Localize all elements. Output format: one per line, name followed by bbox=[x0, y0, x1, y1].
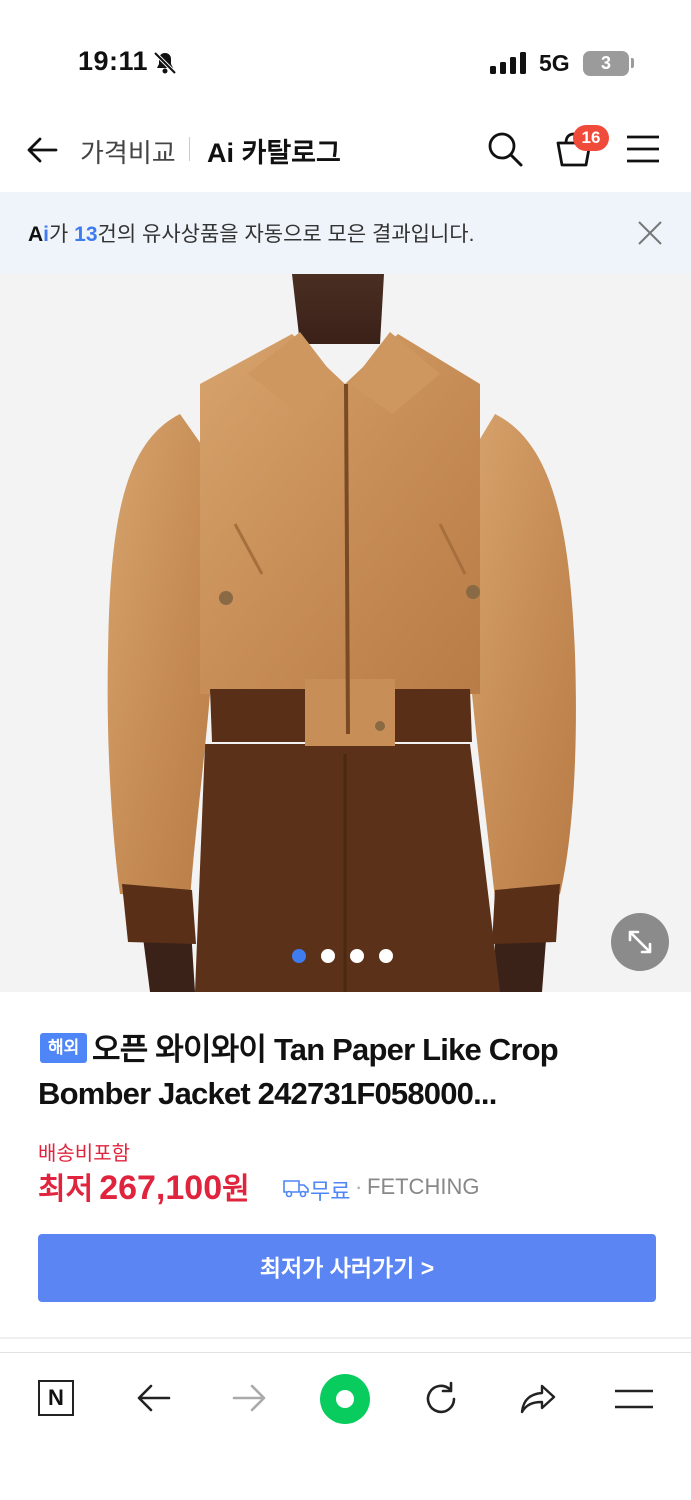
free-shipping-label: 무료 bbox=[310, 1179, 351, 1204]
ai-banner-text: Ai가 13건의 유사상품을 자동으로 모은 결과입니다. bbox=[28, 223, 475, 246]
reload-icon[interactable] bbox=[422, 1380, 460, 1418]
price-value: 267,100 bbox=[99, 1169, 223, 1207]
naver-tabs-button[interactable]: N bbox=[38, 1380, 74, 1416]
buy-lowest-price-button[interactable]: 최저가 사러가기 > bbox=[38, 1234, 656, 1302]
cart-count-badge: 16 bbox=[573, 125, 609, 151]
price-line: 최저 267,100원 bbox=[38, 1164, 250, 1208]
shop-name: FETCHING bbox=[367, 1174, 480, 1199]
truck-icon bbox=[283, 1177, 309, 1199]
close-icon[interactable] bbox=[636, 219, 664, 247]
battery-tip bbox=[631, 58, 634, 68]
shipping-included-label: 배송비포함 bbox=[38, 1143, 130, 1165]
bell-muted-icon bbox=[152, 50, 178, 81]
currency-label: 원 bbox=[222, 1173, 250, 1206]
gallery-dot[interactable] bbox=[292, 949, 306, 963]
similar-count: 13 bbox=[74, 223, 98, 246]
gallery-dot[interactable] bbox=[321, 949, 335, 963]
naver-home-dot bbox=[336, 1390, 354, 1408]
overseas-tag: 해외 bbox=[40, 1033, 88, 1063]
page-title: Ai 카탈로그 bbox=[207, 138, 341, 168]
expand-image-icon[interactable] bbox=[611, 913, 669, 971]
toolbar-divider bbox=[0, 1352, 691, 1353]
section-divider bbox=[0, 1337, 691, 1339]
cellular-signal-icon bbox=[490, 52, 528, 79]
ai-logo: Ai bbox=[28, 223, 50, 246]
header-separator bbox=[189, 137, 190, 161]
browser-menu-icon[interactable] bbox=[614, 1386, 654, 1412]
status-time: 19:11 bbox=[78, 46, 149, 76]
browser-forward-icon[interactable] bbox=[230, 1380, 268, 1416]
back-arrow-icon[interactable] bbox=[24, 132, 60, 168]
product-title[interactable]: 오픈 와이와이 Tan Paper Like Crop Bomber Jacke… bbox=[38, 1028, 638, 1116]
search-icon[interactable] bbox=[486, 130, 524, 168]
gallery-pagination[interactable] bbox=[292, 949, 408, 965]
share-icon[interactable] bbox=[518, 1380, 558, 1418]
hamburger-menu-icon[interactable] bbox=[626, 134, 660, 164]
network-type: 5G bbox=[539, 50, 570, 76]
browser-back-icon[interactable] bbox=[135, 1380, 173, 1416]
battery-indicator: 3 bbox=[583, 51, 629, 76]
product-image[interactable] bbox=[0, 274, 691, 992]
separator-dot: · bbox=[355, 1174, 363, 1199]
gallery-dot[interactable] bbox=[350, 949, 364, 963]
price-compare-link[interactable]: 가격비교 bbox=[80, 133, 176, 170]
lowest-label: 최저 bbox=[38, 1173, 94, 1206]
gallery-dot[interactable] bbox=[379, 949, 393, 963]
